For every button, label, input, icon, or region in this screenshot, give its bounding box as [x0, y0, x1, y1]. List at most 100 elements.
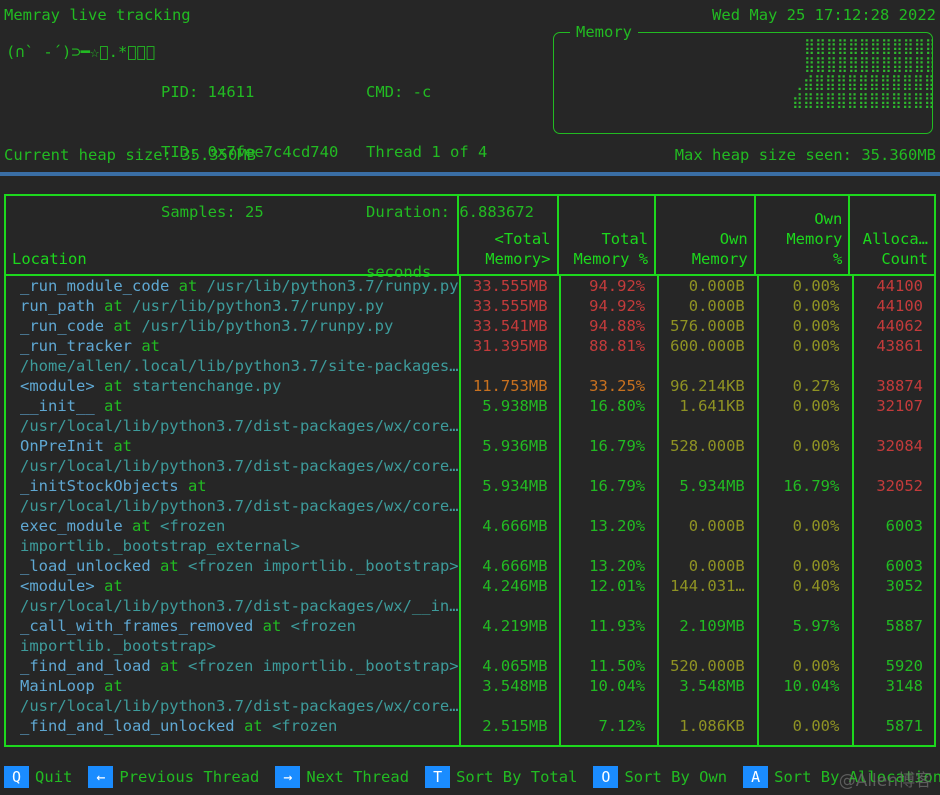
table-row[interactable]: _run_module_code at /usr/lib/python3.7/r…: [6, 276, 934, 296]
cell-total-memory: 11.753MB: [472, 377, 548, 395]
column-header-own-memory[interactable]: Own Memory: [656, 196, 756, 274]
location-segment-path: /usr/local/lib/python3.7/dist-packages/w…: [20, 497, 459, 515]
table-row[interactable]: _initStockObjects at 5.934MB 16.79% 5.934MB…: [6, 476, 934, 496]
cell-location: _find_and_load_unlocked at <frozen: [6, 716, 459, 736]
shortcut-key-next-thread[interactable]: →: [275, 766, 301, 788]
cell-total-memory: 33.555MB: [472, 277, 548, 295]
table-body[interactable]: _run_module_code at /usr/lib/python3.7/r…: [6, 276, 934, 745]
cell-location: _call_with_frames_removed at <frozen: [6, 616, 459, 636]
cell-allocation-count: 32107: [876, 397, 923, 415]
cell-total-memory: 2.515MB: [482, 717, 548, 735]
table-row[interactable]: /usr/local/lib/python3.7/dist-packages/w…: [6, 416, 934, 436]
sparkline-braille-row: ⣿⣿⣿⣿⣿⣿⣿⣿⣿⣿⣿⣿⣿⣿⣿⣿⣿: [804, 37, 933, 55]
shortcut-key-sort-by-allocations[interactable]: A: [743, 766, 769, 788]
table-row[interactable]: __init__ at 5.938MB 16.80% 1.641KB 0.00% 3210…: [6, 396, 934, 416]
column-header-own-memory-pct[interactable]: Own Memory%: [756, 196, 851, 274]
cell-total-memory-pct: 94.88%: [589, 317, 646, 335]
cell-own-memory: 96.214KB: [670, 377, 745, 395]
cell-location: importlib._bootstrap_external>: [6, 536, 459, 556]
table-row[interactable]: OnPreInit at 5.936MB 16.79% 528.000B 0.00% 32…: [6, 436, 934, 456]
cell-own-memory: [656, 596, 756, 616]
column-header-line: Memory>: [485, 250, 551, 268]
column-header-allocation-count[interactable]: Alloca… Count: [850, 196, 934, 274]
shortcut-key-quit[interactable]: Q: [4, 766, 30, 788]
shortcut-label-next-thread[interactable]: Next Thread: [306, 767, 409, 787]
column-header-total-memory[interactable]: <Total Memory>: [459, 196, 559, 274]
column-header-line: %: [833, 250, 843, 268]
table-row[interactable]: /usr/local/lib/python3.7/dist-packages/w…: [6, 696, 934, 716]
cell-allocation-count: 3052: [885, 577, 923, 595]
cell-total-memory: 33.555MB: [472, 297, 548, 315]
location-segment-path: /usr/lib/python3.7/runpy.py: [206, 277, 459, 295]
location-segment-at: at: [122, 517, 160, 535]
cell-own-memory-pct: 5.97%: [792, 617, 840, 635]
table-row[interactable]: _call_with_frames_removed at <frozen 4.21…: [6, 616, 934, 636]
sparkline-braille-row: ⣿⣿⣿⣿⣿⣿⣿⣿⣿⣿⣿⣿⣿⣿⣿⣿⣿: [804, 55, 933, 73]
table-row[interactable]: _run_code at /usr/lib/python3.7/runpy.py…: [6, 316, 934, 336]
shortcut-key-sort-by-own[interactable]: O: [593, 766, 619, 788]
location-segment-path: importlib._bootstrap_external>: [20, 537, 300, 555]
cell-total-memory-pct: 94.92%: [589, 277, 646, 295]
shortcut-label-previous-thread[interactable]: Previous Thread: [119, 767, 259, 787]
cell-total-memory-pct: 94.92%: [589, 297, 646, 315]
table-row[interactable]: /usr/local/lib/python3.7/dist-packages/w…: [6, 496, 934, 516]
cell-own-memory: 5.934MB: [679, 477, 745, 495]
cell-own-memory-pct: [756, 416, 851, 436]
cell-total-memory: 33.541MB: [472, 317, 548, 335]
column-header-line: Memory: [691, 250, 748, 268]
terminal-screen: Memray live tracking Wed May 25 17:12:28…: [0, 0, 940, 795]
cell-total-memory: [459, 596, 559, 616]
column-header-line: Own: [814, 210, 843, 228]
table-row[interactable]: _run_tracker at 31.395MB 88.81% 600.000B 0.0…: [6, 336, 934, 356]
cell-location: /usr/local/lib/python3.7/dist-packages/w…: [6, 416, 459, 436]
table-row[interactable]: importlib._bootstrap_external>: [6, 536, 934, 556]
cell-own-memory-pct: 0.00%: [792, 317, 840, 335]
location-segment-at: at: [104, 317, 142, 335]
cell-own-memory: [656, 356, 756, 376]
location-segment-fn: _initStockObjects: [20, 477, 179, 495]
cell-own-memory-pct: [756, 596, 851, 616]
column-divider: [852, 276, 854, 745]
table-row[interactable]: importlib._bootstrap>: [6, 636, 934, 656]
cell-allocation-count: 32052: [876, 477, 923, 495]
shortcut-label-quit[interactable]: Quit: [35, 767, 72, 787]
shortcut-key-sort-by-total[interactable]: T: [425, 766, 451, 788]
shortcut-label-sort-by-allocations[interactable]: Sort By Allocations: [774, 767, 940, 787]
table-row[interactable]: <module> at 4.246MB 12.01% 144.031… 0.40% 305…: [6, 576, 934, 596]
cell-total-memory: 5.936MB: [482, 437, 548, 455]
cell-total-memory-pct: [559, 696, 657, 716]
cell-own-memory-pct: 0.00%: [792, 717, 840, 735]
cell-allocation-count: 5920: [885, 657, 923, 675]
table-row[interactable]: /home/allen/.local/lib/python3.7/site-pa…: [6, 356, 934, 376]
cell-own-memory: [656, 536, 756, 556]
cell-total-memory-pct: 13.20%: [589, 557, 646, 575]
cmd-label: CMD: -c: [366, 83, 432, 101]
table-row[interactable]: run_path at /usr/lib/python3.7/runpy.py 3…: [6, 296, 934, 316]
table-row[interactable]: <module> at startenchange.py 11.753MB 33.2…: [6, 376, 934, 396]
table-row[interactable]: _load_unlocked at <frozen importlib._boo…: [6, 556, 934, 576]
shortcut-label-sort-by-own[interactable]: Sort By Own: [624, 767, 727, 787]
shortcut-bar: Q Quit ← Previous Thread → Next Thread T Sort B…: [0, 765, 940, 789]
cell-own-memory: 3.548MB: [679, 677, 745, 695]
column-header-total-memory-pct[interactable]: Total Memory %: [559, 196, 657, 274]
cell-own-memory: [656, 456, 756, 476]
cell-own-memory: 528.000B: [670, 437, 745, 455]
location-segment-at: at: [234, 717, 272, 735]
location-segment-at: at: [94, 577, 123, 595]
shortcut-label-sort-by-total[interactable]: Sort By Total: [456, 767, 577, 787]
column-divider: [657, 276, 659, 745]
cell-allocation-count: 6003: [885, 557, 923, 575]
column-header-location[interactable]: Location: [6, 196, 459, 274]
table-row[interactable]: _find_and_load at <frozen importlib._boo…: [6, 656, 934, 676]
table-row[interactable]: /usr/local/lib/python3.7/dist-packages/w…: [6, 456, 934, 476]
cell-total-memory: 31.395MB: [472, 337, 548, 355]
table-row[interactable]: MainLoop at 3.548MB 10.04% 3.548MB 10.04% 314…: [6, 676, 934, 696]
table-row[interactable]: exec_module at <frozen 4.666MB 13.20% 0.000…: [6, 516, 934, 536]
table-row[interactable]: _find_and_load_unlocked at <frozen 2.515M…: [6, 716, 934, 736]
location-segment-at: at: [94, 677, 123, 695]
column-header-line: Memory: [786, 230, 843, 248]
cell-allocation-count: [850, 696, 934, 716]
shortcut-key-previous-thread[interactable]: ←: [88, 766, 114, 788]
cell-location: /home/allen/.local/lib/python3.7/site-pa…: [6, 356, 459, 376]
table-row[interactable]: /usr/local/lib/python3.7/dist-packages/w…: [6, 596, 934, 616]
